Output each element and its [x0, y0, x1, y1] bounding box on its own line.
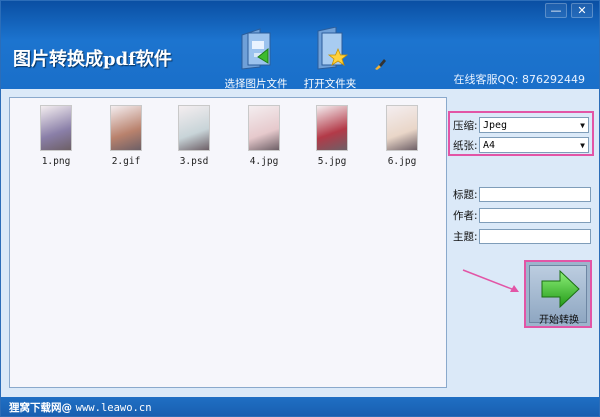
header-banner: — ✕ 图片转换成pdf软件 选择图片文件 打开文件夹 在线客服QQ: 8762…	[1, 1, 599, 91]
thumbnail-image	[386, 105, 418, 151]
pointer-arrow-icon	[462, 269, 519, 292]
image-gallery[interactable]: 1.png 2.gif 3.psd 4.jpg 5.jpg 6.jpg	[9, 97, 447, 388]
thumbnail-image	[248, 105, 280, 151]
title-label: 标题:	[453, 189, 478, 201]
app-window: — ✕ 图片转换成pdf软件 选择图片文件 打开文件夹 在线客服QQ: 8762…	[0, 0, 600, 417]
start-convert-label: 开始转换	[539, 315, 579, 326]
status-brand: 狸窝下载网@	[9, 402, 72, 414]
subject-row: 主题:	[453, 229, 591, 244]
paper-row: 纸张: A4 ▼	[453, 137, 589, 153]
title-input[interactable]	[479, 187, 591, 202]
compress-select[interactable]: Jpeg ▼	[479, 117, 589, 133]
status-site: www.leawo.cn	[75, 402, 152, 414]
compress-row: 压缩: Jpeg ▼	[453, 117, 589, 133]
author-label: 作者:	[453, 210, 478, 222]
select-image-label: 选择图片文件	[224, 78, 288, 90]
paper-select[interactable]: A4 ▼	[479, 137, 589, 153]
paper-label: 纸张:	[453, 139, 478, 152]
thumbnail-image	[316, 105, 348, 151]
select-image-button[interactable]: 选择图片文件	[220, 27, 292, 91]
status-text: 狸窝下载网@ www.leawo.cn	[9, 400, 152, 415]
compress-value: Jpeg	[483, 119, 508, 131]
thumbnail-image	[40, 105, 72, 151]
convert-highlight: 开始转换	[524, 260, 592, 328]
arrow-right-icon	[541, 270, 580, 308]
thumbnail-image	[110, 105, 142, 151]
thumbnail-filename: 6.jpg	[387, 156, 417, 167]
open-folder-icon	[317, 26, 349, 70]
thumbnail-filename: 4.jpg	[249, 156, 279, 167]
thumbnail-filename: 5.jpg	[317, 156, 347, 167]
subject-input[interactable]	[479, 229, 591, 244]
thumbnail-filename: 2.gif	[111, 156, 141, 167]
status-bar: 狸窝下载网@ www.leawo.cn	[1, 397, 599, 416]
open-folder-label: 打开文件夹	[303, 78, 357, 90]
title-row: 标题:	[453, 187, 591, 202]
close-button[interactable]: ✕	[571, 3, 593, 18]
image-thumbnail[interactable]: 6.jpg	[372, 105, 432, 167]
app-title: 图片转换成pdf软件	[13, 49, 172, 70]
thumbnail-filename: 1.png	[41, 156, 71, 167]
image-thumbnail[interactable]: 2.gif	[96, 105, 156, 167]
image-thumbnail[interactable]: 3.psd	[164, 105, 224, 167]
author-input[interactable]	[479, 208, 591, 223]
brush-icon[interactable]	[373, 57, 387, 71]
select-image-folder-icon	[241, 28, 271, 70]
qq-support-label: 在线客服QQ: 876292449	[453, 73, 585, 86]
image-thumbnail[interactable]: 5.jpg	[302, 105, 362, 167]
paper-value: A4	[483, 139, 496, 151]
minimize-button[interactable]: —	[545, 3, 567, 18]
chevron-down-icon: ▼	[580, 120, 585, 130]
chevron-down-icon: ▼	[580, 140, 585, 150]
window-controls: — ✕	[545, 3, 593, 18]
compress-label: 压缩:	[453, 119, 478, 132]
author-row: 作者:	[453, 208, 591, 223]
image-thumbnail[interactable]: 1.png	[26, 105, 86, 167]
open-folder-button[interactable]: 打开文件夹	[294, 26, 366, 91]
subject-label: 主题:	[453, 231, 478, 243]
thumbnail-image	[178, 105, 210, 151]
image-thumbnail[interactable]: 4.jpg	[234, 105, 294, 167]
start-convert-button[interactable]: 开始转换	[529, 265, 587, 326]
thumbnail-filename: 3.psd	[179, 156, 209, 167]
